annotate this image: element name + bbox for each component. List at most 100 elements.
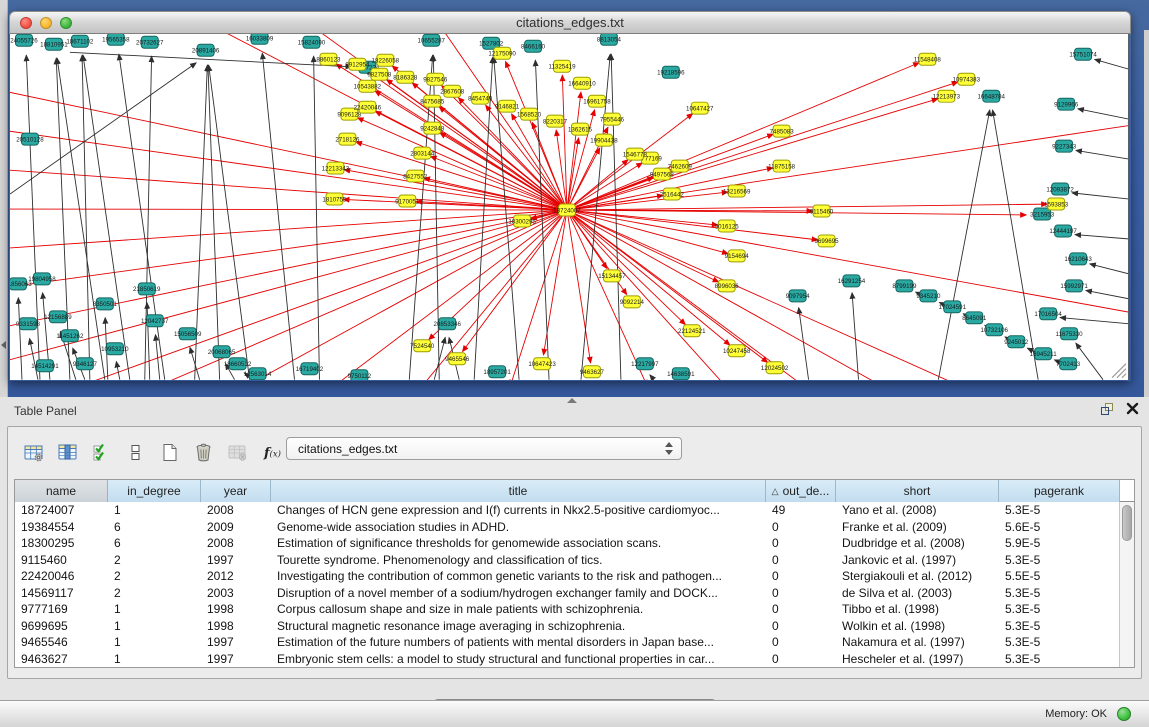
network-node[interactable]: 20853346 bbox=[433, 318, 461, 330]
network-node[interactable]: 8645091 bbox=[962, 312, 987, 324]
network-node[interactable]: 10543882 bbox=[354, 80, 382, 92]
network-node[interactable]: 2516442 bbox=[660, 188, 685, 200]
unselect-rows-icon[interactable] bbox=[118, 435, 152, 469]
select-all-checks-icon[interactable] bbox=[84, 435, 118, 469]
network-node[interactable]: 12156889 bbox=[44, 311, 72, 323]
network-node[interactable]: 18660512 bbox=[224, 358, 252, 370]
network-node[interactable]: 7524540 bbox=[410, 340, 435, 352]
network-node[interactable]: 18957201 bbox=[483, 366, 511, 378]
table-selector-dropdown[interactable]: citations_edges.txt bbox=[286, 437, 682, 460]
table-row[interactable]: 911546021997Tourette syndrome. Phenomeno… bbox=[15, 552, 1134, 569]
table-row[interactable]: 977716911998Corpus callosum shape and si… bbox=[15, 601, 1134, 618]
network-node[interactable]: 9092214 bbox=[620, 296, 645, 308]
network-node[interactable]: 11875158 bbox=[768, 160, 796, 172]
network-node[interactable]: 7955446 bbox=[600, 113, 625, 125]
column-header-year[interactable]: year bbox=[201, 480, 271, 502]
network-node[interactable]: 8912954 bbox=[345, 58, 370, 70]
table-settings-icon[interactable] bbox=[16, 435, 50, 469]
column-header-short[interactable]: short bbox=[836, 480, 999, 502]
table-row[interactable]: 946554611997Estimation of the future num… bbox=[15, 634, 1134, 651]
network-node[interactable]: 13216569 bbox=[723, 185, 751, 197]
table-row[interactable]: 969969511998Structural magnetic resonanc… bbox=[15, 618, 1134, 635]
network-node[interactable]: 1593853 bbox=[1044, 198, 1069, 210]
network-node[interactable]: 1810755 bbox=[322, 193, 347, 205]
network-node[interactable]: 9129966 bbox=[1054, 98, 1079, 110]
network-node[interactable]: 10974383 bbox=[953, 73, 981, 85]
network-node[interactable]: 12024502 bbox=[761, 362, 789, 374]
network-node[interactable]: 19218596 bbox=[657, 66, 685, 78]
network-node[interactable]: 14638591 bbox=[667, 368, 695, 380]
table-row[interactable]: 1830029562008Estimation of significance … bbox=[15, 535, 1134, 552]
new-column-icon[interactable] bbox=[152, 435, 186, 469]
network-node[interactable]: 2803144 bbox=[410, 147, 435, 159]
network-node[interactable]: 12042737 bbox=[141, 315, 169, 327]
column-visibility-icon[interactable] bbox=[50, 435, 84, 469]
network-node[interactable]: 12213973 bbox=[933, 90, 961, 102]
network-node[interactable]: 22420046 bbox=[354, 101, 382, 113]
network-node[interactable]: 20891406 bbox=[192, 44, 220, 56]
network-node[interactable]: 10647427 bbox=[686, 102, 714, 114]
network-node[interactable]: 16648784 bbox=[978, 90, 1006, 102]
network-node[interactable]: 16640910 bbox=[568, 77, 596, 89]
network-node[interactable]: 2718126 bbox=[335, 133, 360, 145]
network-node[interactable]: 11548408 bbox=[914, 53, 942, 65]
network-node[interactable]: 9245012 bbox=[1004, 336, 1029, 348]
network-node[interactable]: 16210643 bbox=[1064, 253, 1092, 265]
network-node[interactable]: 18671102 bbox=[66, 35, 94, 47]
network-node[interactable]: 9750112 bbox=[348, 370, 372, 380]
network-node[interactable]: 12093872 bbox=[1046, 183, 1074, 195]
network-node[interactable]: 9463627 bbox=[580, 366, 605, 378]
network-node[interactable]: 8475685 bbox=[420, 95, 445, 107]
column-header-name[interactable]: name bbox=[15, 480, 108, 502]
network-node[interactable]: 7462609 bbox=[668, 160, 693, 172]
network-node[interactable]: 9016125 bbox=[715, 220, 740, 232]
network-node[interactable]: 21850619 bbox=[133, 283, 161, 295]
network-node[interactable]: 15824090 bbox=[298, 36, 326, 48]
network-node[interactable]: 9827546 bbox=[423, 73, 448, 85]
network-canvas[interactable]: 2405572618810951186711021956535820732627… bbox=[10, 34, 1129, 380]
network-node[interactable]: 18810951 bbox=[40, 38, 68, 50]
network-node[interactable]: 15992971 bbox=[1060, 280, 1088, 292]
network-node[interactable]: 22124521 bbox=[678, 325, 706, 337]
column-header-out_de[interactable]: △out_de... bbox=[766, 480, 836, 502]
vertical-scrollbar[interactable] bbox=[1119, 502, 1134, 667]
network-node[interactable]: 10647423 bbox=[528, 358, 556, 370]
network-window-titlebar[interactable]: citations_edges.txt bbox=[9, 11, 1131, 34]
network-node[interactable]: 10655287 bbox=[418, 34, 446, 46]
table-row[interactable]: 1456911722003Disruption of a novel membe… bbox=[15, 585, 1134, 602]
network-node[interactable]: 9345210 bbox=[916, 290, 941, 302]
network-node[interactable]: 16961758 bbox=[583, 95, 611, 107]
network-node[interactable]: 19565358 bbox=[102, 34, 130, 45]
network-node[interactable]: 2867608 bbox=[440, 85, 465, 97]
network-node[interactable]: 15751074 bbox=[1069, 48, 1097, 60]
column-header-pagerank[interactable]: pagerank bbox=[999, 480, 1120, 502]
scrollbar-thumb[interactable] bbox=[1122, 505, 1132, 541]
network-node[interactable]: 9115460 bbox=[810, 205, 834, 217]
network-node[interactable]: 1546778 bbox=[623, 148, 648, 160]
network-node[interactable]: 9242848 bbox=[420, 122, 445, 134]
network-node[interactable]: 8466160 bbox=[521, 40, 546, 52]
network-node[interactable]: 19804958 bbox=[28, 273, 56, 285]
column-header-in_degree[interactable]: in_degree bbox=[108, 480, 201, 502]
network-node[interactable]: 9170051 bbox=[395, 195, 420, 207]
table-row[interactable]: 1938455462009Genome-wide association stu… bbox=[15, 519, 1134, 536]
function-builder-icon[interactable]: f(x) bbox=[254, 435, 288, 469]
network-node[interactable]: 17016504 bbox=[1034, 308, 1062, 320]
network-canvas-container[interactable]: 2405572618810951186711021956535820732627… bbox=[9, 34, 1129, 380]
network-node[interactable]: 8186328 bbox=[393, 71, 418, 83]
network-node[interactable]: 9699695 bbox=[815, 235, 840, 247]
network-node[interactable]: 8799199 bbox=[892, 280, 917, 292]
network-node[interactable]: 15056509 bbox=[174, 328, 202, 340]
splitter-handle-icon[interactable] bbox=[567, 398, 577, 403]
network-node[interactable]: 16945211 bbox=[1030, 348, 1058, 360]
memory-status-icon[interactable] bbox=[1117, 707, 1131, 721]
network-node[interactable]: 9227343 bbox=[1052, 140, 1077, 152]
network-node[interactable]: 11325419 bbox=[549, 60, 577, 72]
column-header-title[interactable]: title bbox=[271, 480, 766, 502]
network-node[interactable]: 16291254 bbox=[838, 275, 866, 287]
close-panel-icon[interactable] bbox=[1126, 402, 1139, 415]
network-node[interactable]: 20510128 bbox=[16, 133, 44, 145]
delete-column-icon[interactable] bbox=[186, 435, 220, 469]
network-node[interactable]: 20732627 bbox=[136, 36, 164, 48]
float-panel-icon[interactable] bbox=[1101, 403, 1115, 416]
